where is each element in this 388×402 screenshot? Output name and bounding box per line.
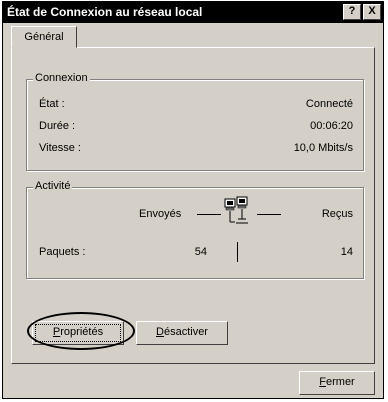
close-button[interactable]: X: [363, 4, 381, 20]
received-line: [257, 214, 281, 215]
packets-sent-value: 54: [194, 246, 207, 258]
duration-label: Durée :: [39, 120, 76, 132]
sent-label: Envoyés: [139, 208, 182, 220]
window-title: État de Connexion au réseau local: [7, 5, 203, 19]
connexion-group: Connexion État : Connecté Durée : 00:06:…: [26, 72, 364, 171]
speed-label: Vitesse :: [39, 142, 81, 154]
duration-value: 00:06:20: [310, 120, 353, 132]
received-label: Reçus: [321, 208, 353, 220]
packets-label: Paquets :: [39, 246, 86, 258]
close-label: ermer: [326, 376, 355, 388]
packets-divider: [237, 242, 238, 262]
tab-general[interactable]: Général: [11, 26, 77, 48]
title-bar[interactable]: État de Connexion au réseau local ? X: [3, 2, 383, 23]
speed-value: 10,0 Mbits/s: [293, 142, 353, 154]
connexion-group-label: Connexion: [33, 72, 90, 84]
dialog-window: État de Connexion au réseau local ? X Gé…: [2, 1, 384, 399]
close-accel: F: [319, 376, 326, 388]
state-value: Connecté: [305, 98, 353, 110]
activite-group-label: Activité: [33, 180, 73, 192]
tab-general-label: Général: [24, 31, 64, 43]
packets-received-value: 14: [340, 246, 353, 258]
deactivate-label: ésactiver: [163, 326, 208, 338]
activite-group: Activité Envoyés Reçus Paquets : 54 14: [26, 180, 364, 279]
sent-line: [197, 214, 221, 215]
properties-highlight-circle: [27, 312, 135, 350]
state-label: État :: [39, 98, 65, 110]
help-button[interactable]: ?: [343, 4, 361, 20]
deactivate-accel: D: [156, 326, 164, 338]
deactivate-button[interactable]: Désactiver: [136, 321, 228, 345]
close-dialog-button[interactable]: Fermer: [299, 371, 375, 395]
network-computers-icon: [224, 196, 248, 224]
